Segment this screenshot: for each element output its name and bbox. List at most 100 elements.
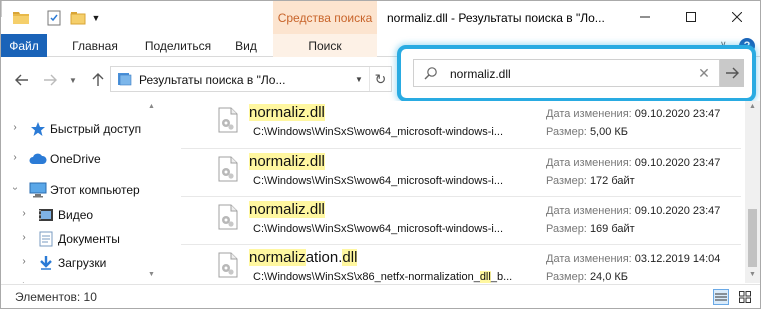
recent-locations-icon[interactable]: ▼ <box>67 71 79 89</box>
result-row[interactable]: normaliz.dll C:\Windows\WinSxS\wow64_mic… <box>181 150 745 196</box>
result-row[interactable]: normaliz.dll C:\Windows\WinSxS\wow64_mic… <box>181 198 745 244</box>
date-value: 09.10.2020 23:47 <box>634 157 721 169</box>
chevron-right-icon[interactable]: › <box>10 122 20 133</box>
tab-search[interactable]: Поиск <box>273 34 377 57</box>
search-icon <box>424 66 438 83</box>
chevron-right-icon[interactable]: › <box>19 208 29 219</box>
back-arrow-icon[interactable] <box>13 71 31 89</box>
size-label: Размер: <box>546 126 587 138</box>
chevron-right-icon[interactable]: › <box>19 279 29 283</box>
result-path: C:\Windows\WinSxS\x86_netfx-normalizatio… <box>253 271 512 283</box>
result-name: normalization.dll <box>249 249 358 266</box>
tab-share[interactable]: Поделиться <box>139 34 217 57</box>
name-match: normaliz <box>249 249 306 266</box>
nav-item-downloads[interactable]: › Загрузки <box>1 252 151 274</box>
date-value: 09.10.2020 23:47 <box>634 205 721 217</box>
details-view-icon[interactable] <box>713 289 729 305</box>
maximize-button[interactable] <box>668 1 714 33</box>
star-icon <box>29 121 47 137</box>
navigation-pane: › Быстрый доступ › OneDrive › Этот компь… <box>1 101 159 283</box>
clear-icon[interactable]: ✕ <box>694 63 714 83</box>
result-size: Размер: 5,00 КБ <box>546 126 628 138</box>
search-go-button[interactable] <box>720 59 744 87</box>
row-divider <box>181 244 741 245</box>
date-label: Дата изменения: <box>546 253 632 265</box>
result-date: Дата изменения: 09.10.2020 23:47 <box>546 205 720 217</box>
minimize-button[interactable] <box>622 1 668 33</box>
scroll-down-icon[interactable]: ▼ <box>749 271 756 278</box>
size-value: 24,0 КБ <box>589 271 629 283</box>
nav-label: Загрузки <box>58 256 107 270</box>
date-label: Дата изменения: <box>546 108 632 120</box>
name-rest: ation. <box>305 249 343 266</box>
nav-scrollbar[interactable]: ▲ ▼ <box>146 101 157 281</box>
result-date: Дата изменения: 09.10.2020 23:47 <box>546 108 720 120</box>
documents-folder-icon <box>37 231 55 247</box>
result-row[interactable]: normalization.dll C:\Windows\WinSxS\x86_… <box>181 246 745 283</box>
tiles-view-icon[interactable] <box>737 289 753 305</box>
date-value: 03.12.2019 14:04 <box>634 253 721 265</box>
computer-icon <box>29 182 47 198</box>
nav-label: Документы <box>58 232 120 246</box>
nav-item-onedrive[interactable]: › OneDrive <box>1 148 151 170</box>
folder-icon[interactable] <box>11 9 31 27</box>
nav-item-partial[interactable]: › <box>1 275 151 283</box>
downloads-folder-icon <box>37 255 55 271</box>
result-date: Дата изменения: 03.12.2019 14:04 <box>546 253 720 265</box>
chevron-right-icon[interactable]: › <box>19 256 29 267</box>
title-bar: ▼ Средства поиска normaliz.dll - Результ… <box>1 1 760 34</box>
toolbar-separator <box>1 1 2 17</box>
scroll-up-icon[interactable]: ▲ <box>148 103 155 110</box>
chevron-right-icon[interactable]: › <box>19 232 29 243</box>
date-label: Дата изменения: <box>546 205 632 217</box>
new-folder-icon[interactable] <box>69 9 87 27</box>
scroll-down-icon[interactable]: ▼ <box>148 271 155 278</box>
name-match: normaliz.dll <box>249 201 325 218</box>
path-part: C:\Windows\WinSxS\x86_netfx-normalizatio… <box>253 271 480 283</box>
scrollbar-thumb[interactable] <box>748 209 757 267</box>
quick-access-dropdown-icon[interactable]: ▼ <box>90 9 102 27</box>
nav-label: OneDrive <box>50 152 101 166</box>
size-value: 172 байт <box>589 175 635 187</box>
search-highlight-frame: normaliz.dll ✕ <box>397 45 756 102</box>
refresh-icon[interactable]: ↻ <box>369 67 391 91</box>
size-label: Размер: <box>546 271 587 283</box>
chevron-down-icon[interactable]: › <box>10 184 21 194</box>
up-arrow-icon[interactable] <box>89 71 107 89</box>
scroll-up-icon[interactable]: ▲ <box>749 103 756 110</box>
video-folder-icon <box>37 207 55 223</box>
name-match: dll <box>342 249 358 266</box>
forward-arrow-icon[interactable] <box>41 71 59 89</box>
nav-item-documents[interactable]: › Документы <box>1 228 151 250</box>
tab-view[interactable]: Вид <box>229 34 263 57</box>
dll-file-icon <box>217 156 239 185</box>
result-size: Размер: 172 байт <box>546 175 635 187</box>
status-bar: Элементов: 10 <box>1 284 760 308</box>
result-name: normaliz.dll <box>249 201 325 218</box>
result-path: C:\Windows\WinSxS\wow64_microsoft-window… <box>253 175 504 187</box>
nav-item-quick-access[interactable]: › Быстрый доступ <box>1 118 151 140</box>
search-input[interactable]: normaliz.dll ✕ <box>413 59 720 87</box>
address-text: Результаты поиска в "Ло... <box>139 73 286 87</box>
tab-home[interactable]: Главная <box>57 34 133 57</box>
result-path: C:\Windows\WinSxS\wow64_microsoft-window… <box>253 223 504 235</box>
address-dropdown-icon[interactable]: ▼ <box>349 67 369 91</box>
tab-file[interactable]: Файл <box>1 34 47 57</box>
result-row[interactable]: normaliz.dll C:\Windows\WinSxS\wow64_mic… <box>181 101 745 147</box>
chevron-right-icon[interactable]: › <box>10 152 20 163</box>
address-bar[interactable]: Результаты поиска в "Ло... ▼ ↻ <box>110 66 392 92</box>
explorer-window: ▼ Средства поиска normaliz.dll - Результ… <box>0 0 761 309</box>
results-scrollbar[interactable]: ▲ ▼ <box>745 101 760 283</box>
path-match: dll <box>479 271 491 283</box>
nav-item-video[interactable]: › Видео <box>1 204 151 226</box>
size-label: Размер: <box>546 223 587 235</box>
name-match: normaliz.dll <box>249 104 325 121</box>
close-button[interactable] <box>714 1 760 33</box>
search-value: normaliz.dll <box>450 67 511 81</box>
size-label: Размер: <box>546 175 587 187</box>
row-divider <box>181 148 741 149</box>
result-name: normaliz.dll <box>249 104 325 121</box>
nav-item-this-pc[interactable]: › Этот компьютер <box>1 179 151 201</box>
path-part: _b... <box>490 271 513 283</box>
properties-icon[interactable] <box>45 9 63 27</box>
